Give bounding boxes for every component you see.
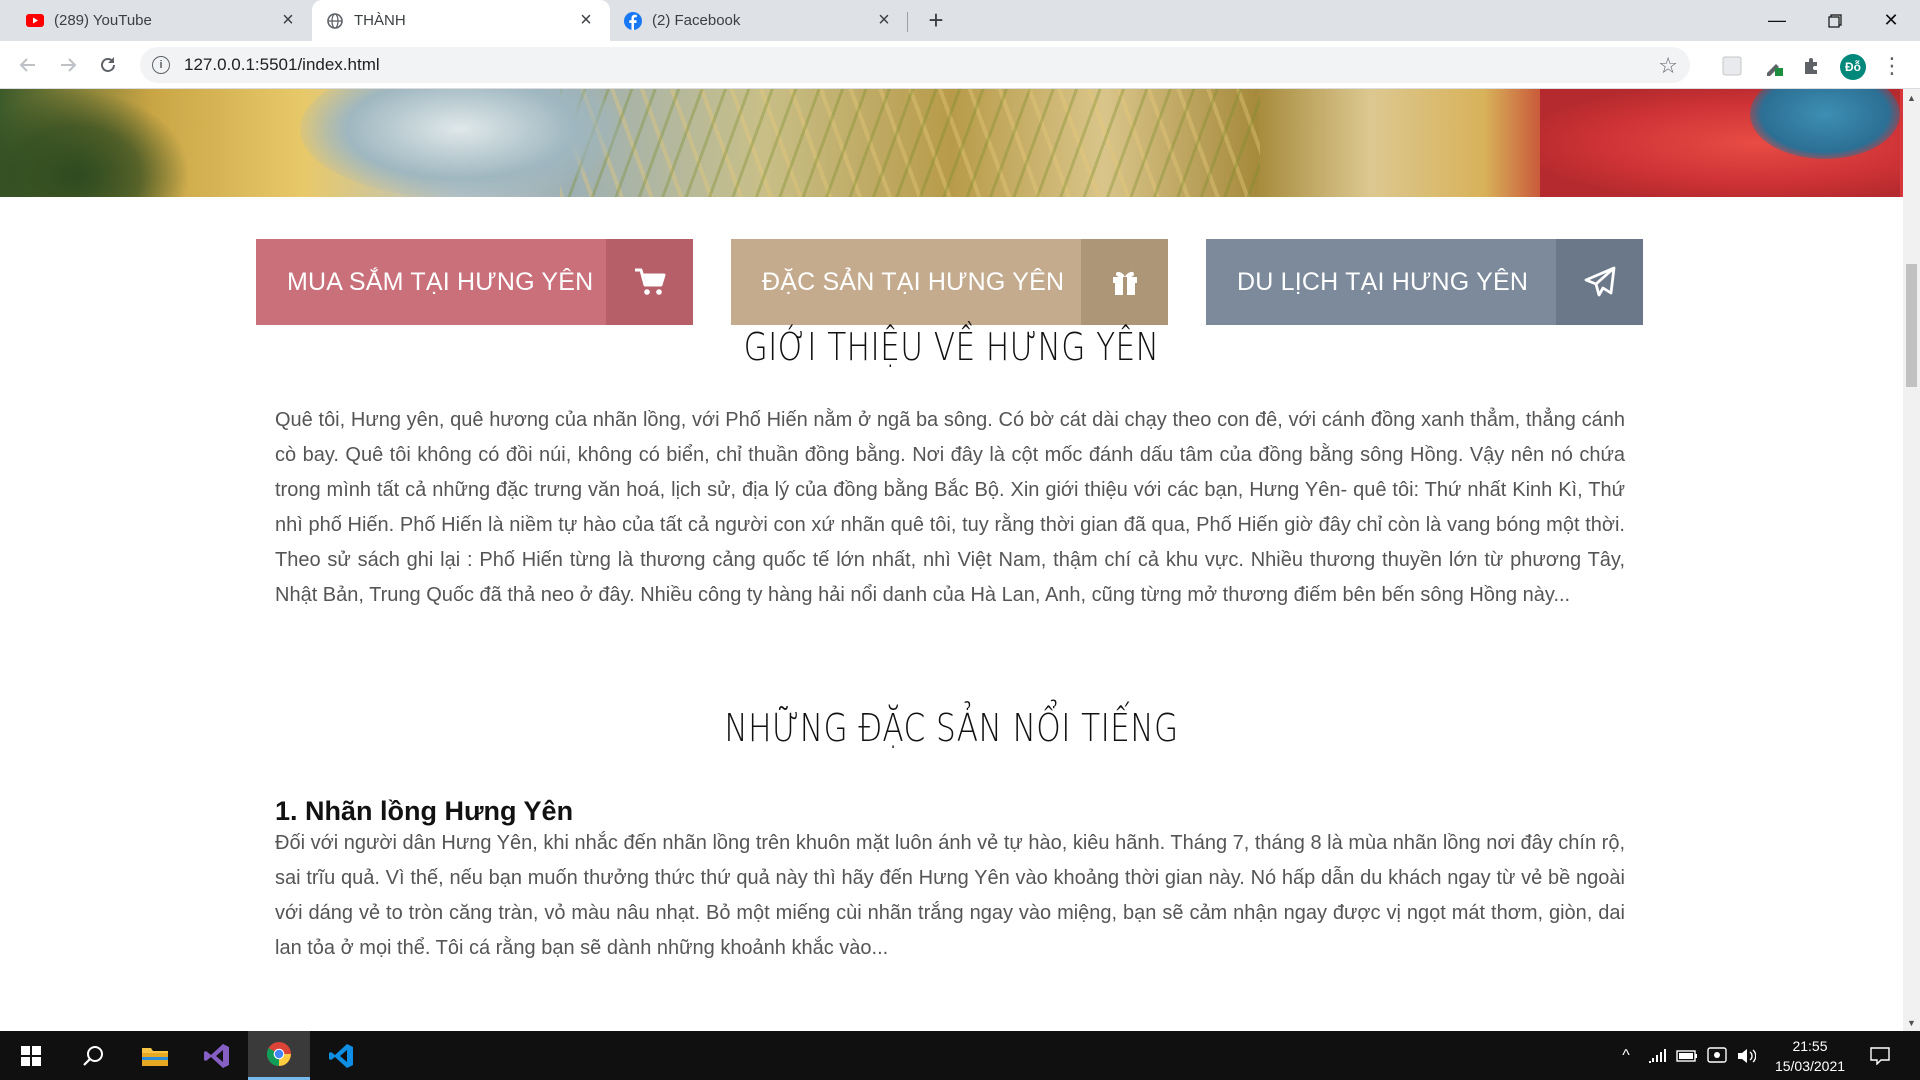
browser-toolbar: i 127.0.0.1:5501/index.html ☆ Đỗ ⋮ xyxy=(0,41,1920,89)
reload-icon xyxy=(101,57,115,72)
battery-icon[interactable] xyxy=(1672,1031,1702,1080)
item-paragraph: Đối với người dân Hưng Yên, khi nhắc đến… xyxy=(275,832,1625,959)
visual-studio-button[interactable] xyxy=(186,1031,248,1080)
tab-facebook[interactable]: (2) Facebook × xyxy=(610,0,908,41)
extension-icon[interactable] xyxy=(1720,54,1744,78)
gift-icon xyxy=(1081,239,1168,325)
puzzle-extensions-icon[interactable] xyxy=(1800,54,1824,78)
profile-avatar[interactable]: Đỗ xyxy=(1840,54,1866,80)
specialties-title: NHỮNG ĐẶC SẢN NỔI TIẾNG xyxy=(724,706,1179,750)
close-tab-icon[interactable]: × xyxy=(576,9,596,31)
pen-input-icon[interactable] xyxy=(1702,1031,1732,1080)
intro-paragraph: Quê tôi, Hưng yên, quê hương của nhãn lồ… xyxy=(275,409,1625,606)
tab-strip: (289) YouTube × THÀNH × (2) Facebook × +… xyxy=(0,0,1920,41)
chrome-icon xyxy=(266,1042,291,1066)
reload-button[interactable] xyxy=(92,49,124,81)
intro-title: GIỚI THIỆU VỀ HƯNG YÊN xyxy=(743,325,1160,369)
paper-plane-icon xyxy=(1556,239,1643,325)
item-heading: 1. Nhãn lồng Hưng Yên xyxy=(275,796,574,826)
clock-date: 15/03/2021 xyxy=(1774,1058,1846,1074)
visual-studio-icon xyxy=(204,1043,229,1068)
more-menu-icon[interactable]: ⋮ xyxy=(1880,51,1904,81)
volume-icon[interactable] xyxy=(1732,1031,1760,1080)
shopping-cart-icon xyxy=(606,239,693,325)
arrow-left-icon xyxy=(19,58,35,72)
forward-button[interactable] xyxy=(52,49,84,81)
show-hidden-icons-button[interactable]: ^ xyxy=(1612,1031,1640,1080)
scrollbar-thumb[interactable] xyxy=(1906,264,1917,387)
site-info-icon[interactable]: i xyxy=(152,56,170,74)
page-viewport: MUA SẮM TẠI HƯNG YÊN ĐẶC SẢN TẠI HƯNG YÊ… xyxy=(0,89,1903,1031)
system-clock[interactable]: 21:55 15/03/2021 xyxy=(1760,1036,1860,1076)
windows-taskbar: ^ 21:55 15/03/2021 xyxy=(0,1031,1920,1080)
travel-category-button[interactable]: DU LỊCH TẠI HƯNG YÊN xyxy=(1206,239,1643,325)
windows-logo-icon xyxy=(21,1045,41,1066)
search-button[interactable] xyxy=(62,1031,124,1080)
eyedropper-extension-icon[interactable] xyxy=(1762,54,1786,78)
vscode-button[interactable] xyxy=(310,1031,372,1080)
youtube-icon xyxy=(26,12,44,30)
bookmark-star-icon[interactable]: ☆ xyxy=(1658,53,1678,79)
close-window-button[interactable]: ✕ xyxy=(1862,0,1920,41)
tab-thanh[interactable]: THÀNH × xyxy=(312,0,610,41)
clock-time: 21:55 xyxy=(1792,1038,1828,1054)
shopping-category-button[interactable]: MUA SẮM TẠI HƯNG YÊN xyxy=(256,239,693,325)
maximize-button[interactable] xyxy=(1806,0,1864,41)
vscode-icon xyxy=(329,1043,353,1068)
category-label: MUA SẮM TẠI HƯNG YÊN xyxy=(287,267,594,296)
tab-youtube[interactable]: (289) YouTube × xyxy=(12,0,312,41)
category-label: ĐẶC SẢN TẠI HƯNG YÊN xyxy=(762,267,1065,296)
facebook-icon xyxy=(624,11,642,30)
new-tab-button[interactable]: + xyxy=(922,5,950,35)
url-text: 127.0.0.1:5501/index.html xyxy=(184,55,380,74)
restore-icon xyxy=(1828,13,1842,28)
folder-icon xyxy=(142,1047,168,1066)
specialty-category-button[interactable]: ĐẶC SẢN TẠI HƯNG YÊN xyxy=(731,239,1168,325)
arrow-right-icon xyxy=(61,58,77,72)
search-icon xyxy=(83,1045,103,1066)
scroll-up-icon[interactable]: ▲ xyxy=(1903,89,1920,106)
tab-label: THÀNH xyxy=(354,12,406,29)
minimize-button[interactable]: — xyxy=(1748,0,1806,41)
close-tab-icon[interactable]: × xyxy=(874,9,894,31)
banner-image xyxy=(0,89,1903,197)
notification-center-icon[interactable] xyxy=(1862,1031,1898,1080)
tab-label: (289) YouTube xyxy=(54,12,152,29)
close-tab-icon[interactable]: × xyxy=(278,9,298,31)
scroll-down-icon[interactable]: ▼ xyxy=(1903,1014,1920,1031)
start-button[interactable] xyxy=(0,1031,62,1080)
address-bar[interactable]: i 127.0.0.1:5501/index.html ☆ xyxy=(140,47,1690,83)
globe-icon xyxy=(326,12,344,30)
file-explorer-button[interactable] xyxy=(124,1031,186,1080)
network-icon[interactable] xyxy=(1642,1031,1672,1080)
chrome-button[interactable] xyxy=(248,1031,310,1080)
category-label: DU LỊCH TẠI HƯNG YÊN xyxy=(1237,267,1529,296)
tab-divider xyxy=(907,12,908,32)
page-scrollbar[interactable]: ▲ ▼ xyxy=(1903,89,1920,1031)
back-button[interactable] xyxy=(12,49,44,81)
tab-label: (2) Facebook xyxy=(652,12,741,29)
